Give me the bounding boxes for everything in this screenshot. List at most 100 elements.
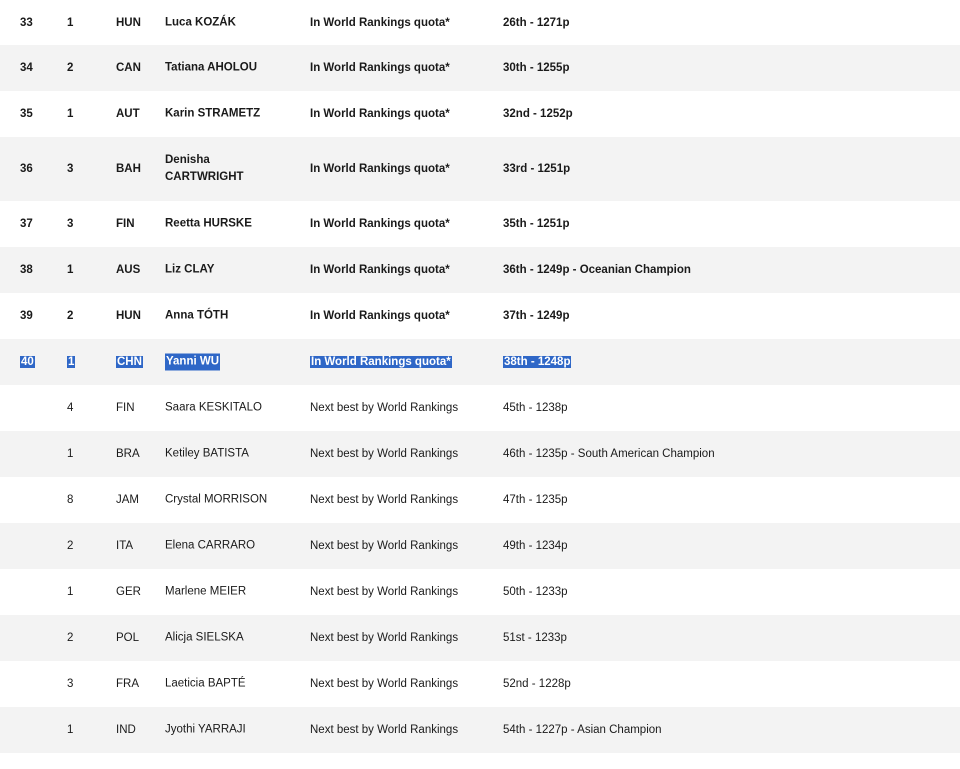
rank-cell: 38 (20, 264, 33, 276)
nationality-cell: FRA (116, 678, 139, 690)
table-row: 2 POL Alicja SIELSKA Next best by World … (0, 615, 960, 661)
quota-cell: Next best by World Rankings (310, 540, 459, 552)
athlete-name-cell: Luca KOZÁK (165, 16, 236, 28)
ranking-cell: 33rd - 1251p (503, 163, 571, 175)
nationality-cell: HUN (116, 310, 141, 322)
table-row: 1 BRA Ketiley BATISTA Next best by World… (0, 431, 960, 477)
quota-cell: In World Rankings quota* (310, 163, 450, 175)
ranking-cell: 47th - 1235p (503, 494, 568, 506)
table-row: 1 IND Jyothi YARRAJI Next best by World … (0, 707, 960, 753)
athlete-name-cell: Saara KESKITALO (165, 401, 262, 414)
rank-cell: 37 (20, 218, 33, 230)
quota-cell: Next best by World Rankings (310, 632, 459, 644)
quota-cell: Next best by World Rankings (310, 494, 459, 506)
nationality-cell: GER (116, 586, 141, 598)
number-cell: 8 (67, 494, 74, 506)
nationality-cell: CAN (116, 62, 141, 74)
nationality-cell: POL (116, 632, 140, 644)
athlete-name-cell: Karin STRAMETZ (165, 107, 261, 120)
athlete-name-cell: Anna TÓTH (165, 309, 229, 322)
athlete-name-cell: Ketiley BATISTA (165, 447, 249, 460)
number-cell: 2 (67, 62, 74, 74)
quota-cell: In World Rankings quota* (310, 264, 450, 276)
athlete-name-cell: Marlene MEIER (165, 585, 247, 598)
athlete-name-cell: Alicja SIELSKA (165, 631, 244, 644)
table-row: 2 ITA Elena CARRARO Next best by World R… (0, 523, 960, 569)
athlete-name-cell: Crystal MORRISON (165, 493, 268, 506)
number-cell: 1 (67, 16, 74, 29)
number-cell: 2 (67, 310, 74, 322)
ranking-cell: 37th - 1249p (503, 310, 570, 322)
ranking-cell: 30th - 1255p (503, 62, 570, 74)
ranking-cell: 51st - 1233p (503, 632, 567, 644)
rank-cell: 39 (20, 310, 33, 322)
athlete-name-cell: Yanni WU (165, 353, 221, 371)
table-row: 3 FRA Laeticia BAPTÉ Next best by World … (0, 661, 960, 707)
quota-cell: Next best by World Rankings (310, 448, 459, 460)
number-cell: 1 (67, 586, 74, 598)
table-row: 38 1 AUS Liz CLAY In World Rankings quot… (0, 247, 960, 293)
quota-cell: In World Rankings quota* (310, 16, 450, 29)
number-cell: 1 (67, 108, 74, 120)
ranking-cell: 35th - 1251p (503, 218, 570, 230)
nationality-cell: BAH (116, 163, 141, 175)
rank-cell: 35 (20, 108, 33, 120)
nationality-cell: HUN (116, 16, 141, 29)
nationality-cell: IND (116, 724, 136, 736)
quota-cell: Next best by World Rankings (310, 678, 459, 690)
ranking-cell: 54th - 1227p - Asian Champion (503, 724, 662, 736)
ranking-cell: 26th - 1271p (503, 16, 570, 29)
nationality-cell: BRA (116, 448, 140, 460)
athlete-name-cell: Liz CLAY (165, 263, 215, 276)
ranking-cell: 36th - 1249p - Oceanian Champion (503, 264, 691, 276)
table-row-selected: 40 1 CHN Yanni WU In World Rankings quot… (0, 339, 960, 385)
quota-cell: Next best by World Rankings (310, 402, 459, 414)
table-row: 34 2 CAN Tatiana AHOLOU In World Ranking… (0, 45, 960, 91)
number-cell: 3 (67, 163, 74, 175)
athlete-name-cell: Elena CARRARO (165, 539, 256, 552)
table-row: 37 3 FIN Reetta HURSKE In World Rankings… (0, 201, 960, 247)
nationality-cell: CHN (116, 356, 143, 368)
table-row: 39 2 HUN Anna TÓTH In World Rankings quo… (0, 293, 960, 339)
ranking-cell: 32nd - 1252p (503, 108, 573, 120)
number-cell: 1 (67, 356, 76, 368)
table-row: 1 GER Marlene MEIER Next best by World R… (0, 569, 960, 615)
ranking-cell: 52nd - 1228p (503, 678, 571, 690)
rank-cell: 40 (20, 356, 35, 368)
ranking-cell: 38th - 1248p (503, 356, 572, 368)
ranking-cell: 50th - 1233p (503, 586, 568, 598)
number-cell: 1 (67, 264, 74, 276)
number-cell: 3 (67, 678, 74, 690)
nationality-cell: AUT (116, 108, 140, 120)
rank-cell: 34 (20, 62, 33, 74)
athlete-name-cell: Reetta HURSKE (165, 217, 252, 230)
athlete-name-cell: Laeticia BAPTÉ (165, 677, 246, 690)
rank-cell: 36 (20, 163, 33, 175)
rankings-table: 33 1 HUN Luca KOZÁK In World Rankings qu… (0, 0, 960, 769)
ranking-cell: 45th - 1238p (503, 402, 568, 414)
number-cell: 3 (67, 218, 74, 230)
quota-cell: In World Rankings quota* (310, 310, 450, 322)
nationality-cell: JAM (116, 494, 139, 506)
quota-cell: Next best by World Rankings (310, 724, 459, 736)
ranking-cell: 49th - 1234p (503, 540, 568, 552)
number-cell: 2 (67, 632, 74, 644)
quota-cell: In World Rankings quota* (310, 108, 450, 120)
number-cell: 2 (67, 540, 74, 552)
number-cell: 1 (67, 724, 74, 736)
quota-cell: Next best by World Rankings (310, 586, 459, 598)
table-row: 35 1 AUT Karin STRAMETZ In World Ranking… (0, 91, 960, 137)
athlete-name-cell: Jyothi YARRAJI (165, 723, 246, 736)
athlete-name-cell: Tatiana AHOLOU (165, 61, 258, 74)
table-row: 33 1 HUN Luca KOZÁK In World Rankings qu… (0, 0, 960, 45)
table-row: 8 JAM Crystal MORRISON Next best by Worl… (0, 477, 960, 523)
table-row: 36 3 BAH Denisha CARTWRIGHT In World Ran… (0, 137, 960, 201)
table-row: 4 FIN Saara KESKITALO Next best by World… (0, 385, 960, 431)
quota-cell: In World Rankings quota* (310, 218, 450, 230)
number-cell: 1 (67, 448, 74, 460)
table-row-partial (0, 753, 960, 769)
quota-cell: In World Rankings quota* (310, 356, 452, 368)
rank-cell: 33 (20, 16, 33, 29)
nationality-cell: AUS (116, 264, 141, 276)
nationality-cell: FIN (116, 218, 135, 230)
